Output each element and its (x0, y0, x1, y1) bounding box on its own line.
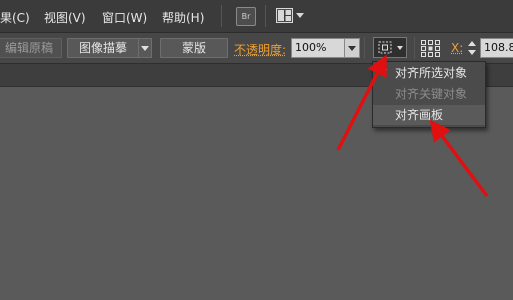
transform-grid-icon[interactable] (421, 40, 440, 57)
toolbar-separator (414, 37, 415, 59)
x-stepper[interactable] (467, 39, 477, 57)
annotation-arrow (429, 119, 489, 198)
menu-item-label: 对齐画板 (395, 108, 444, 122)
menu-separator (221, 5, 222, 27)
menu-item-label: 对齐所选对象 (395, 66, 468, 80)
opacity-dropdown[interactable] (344, 38, 360, 58)
arrange-documents-icon[interactable] (276, 8, 293, 23)
chevron-down-icon[interactable] (397, 46, 403, 50)
chevron-down-icon[interactable] (296, 13, 304, 18)
opacity-label[interactable]: 不透明度: (234, 41, 286, 58)
menu-window[interactable]: 窗口(W) (102, 9, 147, 26)
menu-item-label: 对齐关键对象 (395, 87, 468, 101)
menu-item-align-selection[interactable]: ✔ 对齐所选对象 (373, 63, 485, 83)
mask-button[interactable]: 蒙版 (160, 38, 228, 58)
image-trace-button[interactable]: 图像描摹 (67, 38, 139, 58)
menu-item-align-key-object: 对齐关键对象 (373, 84, 485, 104)
align-to-selection-icon (378, 41, 392, 54)
menu-separator (265, 5, 266, 27)
image-trace-dropdown[interactable] (138, 38, 152, 58)
menu-effect[interactable]: 果(C) (0, 9, 30, 26)
x-field[interactable]: 108.8 (480, 38, 513, 58)
menu-bar: 果(C) 视图(V) 窗口(W) 帮助(H) Br (0, 0, 513, 33)
bridge-icon[interactable]: Br (236, 7, 256, 26)
menu-item-align-artboard[interactable]: 对齐画板 (373, 105, 485, 125)
menu-help[interactable]: 帮助(H) (162, 9, 204, 26)
edit-original-button[interactable]: 编辑原稿 (0, 38, 62, 58)
align-to-menu: ✔ 对齐所选对象 对齐关键对象 对齐画板 (372, 61, 486, 128)
toolbar-separator (364, 37, 365, 59)
checkmark-icon: ✔ (379, 66, 389, 79)
x-label[interactable]: X: (451, 41, 463, 55)
menu-view[interactable]: 视图(V) (44, 9, 86, 26)
control-bar: 编辑原稿 图像描摹 蒙版 不透明度: 100% X: 108.8 (0, 33, 513, 64)
opacity-field[interactable]: 100% (291, 38, 346, 58)
